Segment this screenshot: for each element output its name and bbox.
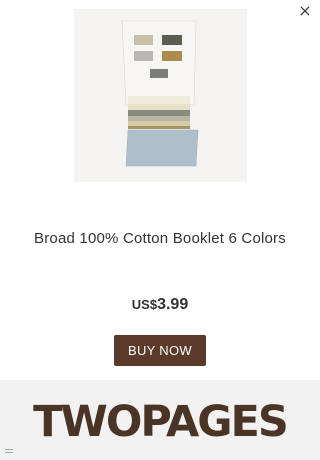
menu-icon[interactable]	[5, 449, 13, 455]
product-popup: × Broad 100% Cotton Booklet 6 Colors US$…	[0, 0, 320, 460]
price-currency: US$	[131, 297, 158, 312]
brand-logo: TWOPAGES	[33, 397, 289, 447]
product-title: Broad 100% Cotton Booklet 6 Colors	[34, 230, 286, 247]
product-price: US$3.99	[0, 296, 320, 314]
product-image	[74, 9, 247, 182]
brand-banner: TWOPAGES	[0, 380, 320, 460]
close-icon[interactable]: ×	[296, 2, 314, 20]
buy-now-button[interactable]: BUY NOW	[114, 335, 206, 366]
price-amount: 3.99	[157, 296, 189, 313]
